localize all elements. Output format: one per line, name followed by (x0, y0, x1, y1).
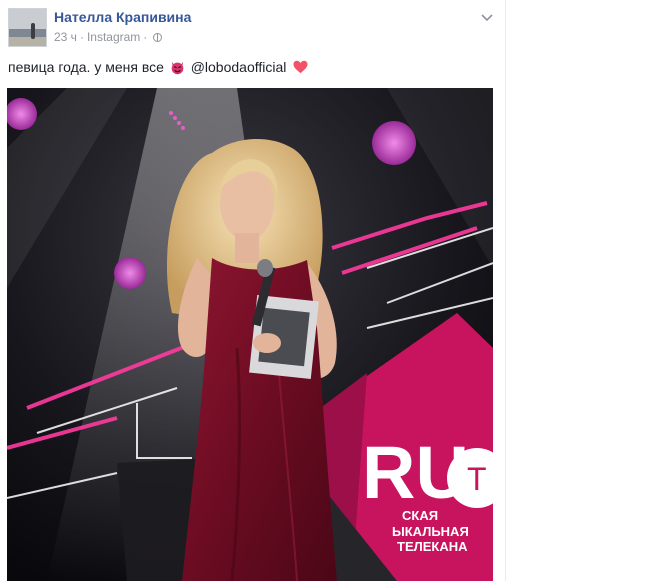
meta-separator-2: · (143, 30, 148, 44)
devil-emoji-icon (170, 60, 185, 75)
author-name-link[interactable]: Нателла Крапивина (54, 9, 191, 25)
stage-caption: СКАЯ (402, 508, 438, 523)
avatar-figure (31, 23, 35, 39)
stage-lamp (114, 257, 146, 289)
post-timestamp[interactable]: 23 ч (54, 30, 77, 44)
stage-lamp (372, 121, 416, 165)
mention-link[interactable]: @lobodaofficial (191, 59, 287, 75)
column-divider (505, 0, 506, 581)
stage-caption: ЫКАЛЬНАЯ (392, 524, 469, 539)
stage-photo: RU T СКАЯ ЫКАЛЬНАЯ ТЕЛЕКАНА (7, 88, 493, 581)
avatar-sea (9, 29, 46, 37)
post-photo[interactable]: RU T СКАЯ ЫКАЛЬНАЯ ТЕЛЕКАНА (7, 88, 493, 581)
chevron-down-icon[interactable] (480, 10, 494, 22)
meta-separator: · (79, 30, 84, 44)
post-text-body: певица года. у меня все (8, 59, 164, 75)
globe-icon[interactable] (153, 33, 163, 42)
avatar-sand (9, 36, 46, 46)
post-source: Instagram (86, 30, 141, 44)
author-avatar[interactable] (8, 8, 47, 47)
heart-emoji-icon (293, 60, 308, 74)
stage-caption: ТЕЛЕКАНА (397, 539, 468, 554)
post-meta: 23 ч · Instagram · (54, 30, 163, 44)
facebook-post: Нателла Крапивина 23 ч · Instagram · певица… (0, 0, 505, 581)
post-text: певица года. у меня все @lobodaofficial (8, 59, 498, 75)
avatar-sky (9, 9, 46, 30)
stage-logo-t: T (467, 461, 487, 497)
